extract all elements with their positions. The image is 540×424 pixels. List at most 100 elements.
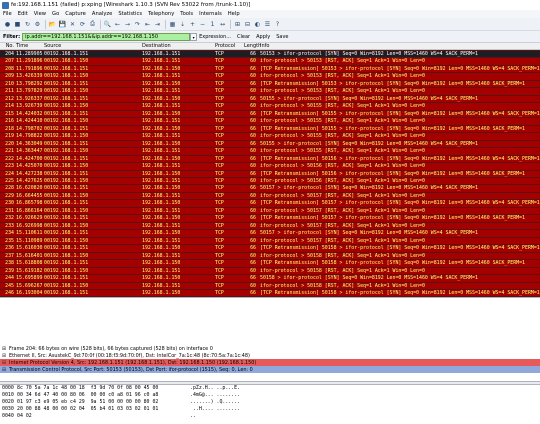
packet-list-pane[interactable]: No. Time Source Destination Protocol Len… <box>0 43 540 297</box>
menu-internals[interactable]: Internals <box>199 11 222 17</box>
filter-dropdown-icon[interactable]: ▾ <box>190 32 198 41</box>
find-packet-icon[interactable]: 🔍 <box>103 20 112 29</box>
menu-file[interactable]: File <box>3 11 12 17</box>
help-icon[interactable]: ? <box>273 20 282 29</box>
packet-row[interactable]: 204 11.289905 00192.168.1.151 192.168.1.151… <box>0 50 540 58</box>
menu-go[interactable]: Go <box>52 11 59 17</box>
expression-button[interactable]: Expression... <box>199 34 231 40</box>
expand-toggle-icon[interactable]: ⊞ <box>1 367 7 373</box>
packet-row[interactable]: 237 15.616401 00192.168.1.150 192.168.1.151… <box>0 251 540 260</box>
bytes-hex[interactable]: 8c 70 5a 7a 1c 48 00 18 f3 9d 70 0f 08 0… <box>17 385 158 392</box>
bytes-ascii[interactable]: .......) .Q...... <box>190 399 240 406</box>
packet-row[interactable]: 236 15.616030 00192.168.1.151 192.168.1.150… <box>0 244 540 252</box>
packet-row[interactable]: 233 16.926998 00192.168.1.150 192.168.1.151… <box>0 221 540 230</box>
zoom-out-icon[interactable]: − <box>198 20 207 29</box>
open-file-icon[interactable]: 📂 <box>48 20 57 29</box>
bytes-hex[interactable]: 00 34 6d 47 40 00 80 06 00 00 c0 a8 01 9… <box>17 392 158 399</box>
packet-row[interactable]: 232 16.926629 00192.168.1.151 192.168.1.150… <box>0 214 540 222</box>
expand-toggle-icon[interactable]: ⊞ <box>1 360 7 366</box>
stop-capture-icon[interactable]: ■ <box>13 20 22 29</box>
zoom-in-icon[interactable]: + <box>188 20 197 29</box>
clear-button[interactable]: Clear <box>237 34 250 40</box>
bytes-ascii[interactable]: ..H.... ........ <box>190 406 240 413</box>
packet-row[interactable]: 239 15.619182 00192.168.1.150 192.168.1.151… <box>0 266 540 275</box>
detail-tree-row[interactable]: ⊞ Transmission Control Protocol, Src Port… <box>0 366 540 373</box>
packet-row[interactable]: 211 13.797829 00192.168.1.150 192.168.1.151… <box>0 87 540 95</box>
packet-row[interactable]: 222 14.424700 00192.168.1.151 192.168.1.150… <box>0 154 540 163</box>
packet-row[interactable]: 224 14.427238 00192.168.1.151 192.168.1.150… <box>0 169 540 177</box>
packet-row[interactable]: 223 14.425070 00192.168.1.150 192.168.1.151… <box>0 162 540 170</box>
column-header-destination[interactable]: Destination <box>142 43 212 50</box>
menu-view[interactable]: View <box>34 11 46 17</box>
packet-row[interactable]: 209 13.426339 00192.168.1.150 192.168.1.151… <box>0 72 540 80</box>
packet-row[interactable]: 245 15.696267 00192.168.1.150 192.168.1.151… <box>0 281 540 289</box>
menu-edit[interactable]: Edit <box>18 11 28 17</box>
bytes-hex[interactable]: 20 00 88 48 00 00 02 04 05 b4 01 03 03 0… <box>17 406 158 413</box>
preferences-icon[interactable]: ☰ <box>263 20 272 29</box>
packet-row[interactable]: 225 14.427625 00192.168.1.150 192.168.1.151… <box>0 176 540 185</box>
colorize-icon[interactable]: ▦ <box>168 20 177 29</box>
menu-statistics[interactable]: Statistics <box>118 11 142 17</box>
expand-toggle-icon[interactable]: ⊞ <box>1 346 7 352</box>
detail-tree-row[interactable]: ⊞ Frame 204: 66 bytes on wire (528 bits),… <box>0 345 540 352</box>
packet-row[interactable]: 231 16.866164 00192.168.1.150 192.168.1.151… <box>0 206 540 215</box>
restart-capture-icon[interactable]: ↻ <box>23 20 32 29</box>
print-icon[interactable]: ⎙ <box>88 20 97 29</box>
reload-icon[interactable]: ⟳ <box>78 20 87 29</box>
resize-columns-icon[interactable]: ↔ <box>218 20 227 29</box>
display-filters-icon[interactable]: ⊟ <box>243 20 252 29</box>
packet-row[interactable]: 208 11.791896 00192.168.1.151 192.168.1.150… <box>0 64 540 73</box>
detail-tree-row[interactable]: ⊞ Ethernet II, Src: AsustekC_9d:70:0f (00… <box>0 352 540 359</box>
packet-row[interactable]: 207 11.291896 00192.168.1.150 192.168.1.151… <box>0 57 540 65</box>
save-file-icon[interactable]: 💾 <box>58 20 67 29</box>
packet-row[interactable]: 210 13.798292 00192.168.1.151 192.168.1.150… <box>0 79 540 88</box>
start-capture-icon[interactable]: ● <box>3 20 12 29</box>
auto-scroll-icon[interactable]: ⇣ <box>178 20 187 29</box>
bytes-hex[interactable]: 04 02 <box>17 413 32 420</box>
expand-toggle-icon[interactable]: ⊞ <box>1 353 7 359</box>
go-last-icon[interactable]: ⇥ <box>153 20 162 29</box>
packet-row[interactable]: 219 14.798822 00192.168.1.150 192.168.1.151… <box>0 132 540 140</box>
close-file-icon[interactable]: ✕ <box>68 20 77 29</box>
packet-row[interactable]: 235 15.110989 00192.168.1.150 192.168.1.151… <box>0 236 540 245</box>
column-header-source[interactable]: Source <box>44 43 138 50</box>
packet-row[interactable]: 221 14.363447 00192.168.1.150 192.168.1.151… <box>0 147 540 155</box>
column-header-no[interactable]: No. <box>0 43 14 50</box>
menu-tools[interactable]: Tools <box>180 11 193 17</box>
bytes-ascii[interactable]: .pZz.H.. ..p...E. <box>190 385 240 392</box>
packet-row[interactable]: 229 16.664455 00192.168.1.150 192.168.1.151… <box>0 191 540 200</box>
packet-row[interactable]: 215 14.424032 00192.168.1.151 192.168.1.150… <box>0 109 540 118</box>
menu-analyze[interactable]: Analyze <box>92 11 112 17</box>
detail-tree-row[interactable]: ⊞ Internet Protocol Version 4, Src: 192.1… <box>0 359 540 366</box>
packet-row[interactable]: 220 14.363049 00192.168.1.151 192.168.1.150… <box>0 139 540 148</box>
options-icon[interactable]: ⚙ <box>33 20 42 29</box>
packet-row[interactable]: 230 16.865798 00192.168.1.151 192.168.1.150… <box>0 199 540 207</box>
menu-capture[interactable]: Capture <box>65 11 86 17</box>
column-header-protocol[interactable]: Protocol <box>215 43 241 50</box>
apply-button[interactable]: Apply <box>256 34 270 40</box>
bytes-hex[interactable]: 01 97 c3 e9 05 eb c4 29 9a 51 00 00 00 0… <box>17 399 158 406</box>
normal-size-icon[interactable]: 1 <box>208 20 217 29</box>
save-button[interactable]: Save <box>276 34 288 40</box>
display-filter-input[interactable] <box>22 32 191 41</box>
packet-bytes-pane[interactable]: 0000 8c 70 5a 7a 1c 48 00 18 f3 9d 70 0f … <box>0 385 540 424</box>
go-to-packet-icon[interactable]: ↷ <box>133 20 142 29</box>
packet-detail-pane[interactable]: ⊞ Frame 204: 66 bytes on wire (528 bits),… <box>0 345 540 381</box>
packet-row[interactable]: 216 14.424410 00192.168.1.150 192.168.1.151… <box>0 117 540 125</box>
bytes-ascii[interactable]: .4mG@... ........ <box>190 392 240 399</box>
go-forward-icon[interactable]: → <box>123 20 132 29</box>
packet-row[interactable]: 214 13.926739 00192.168.1.150 192.168.1.151… <box>0 102 540 110</box>
packet-row[interactable]: 218 14.798702 00192.168.1.151 192.168.1.150… <box>0 124 540 133</box>
column-header-info[interactable]: Info <box>260 43 540 50</box>
column-header-time[interactable]: Time <box>16 43 44 50</box>
capture-filters-icon[interactable]: ⊞ <box>233 20 242 29</box>
go-first-icon[interactable]: ⇤ <box>143 20 152 29</box>
coloring-rules-icon[interactable]: ◐ <box>253 20 262 29</box>
packet-row[interactable]: 212 13.926337 00192.168.1.151 192.168.1.150… <box>0 94 540 103</box>
packet-row[interactable]: 228 16.620820 00192.168.1.151 192.168.1.150… <box>0 184 540 192</box>
menu-help[interactable]: Help <box>228 11 240 17</box>
packet-row[interactable]: 244 15.695899 00192.168.1.151 192.168.1.150… <box>0 274 540 282</box>
packet-row[interactable]: 234 15.110611 00192.168.1.151 192.168.1.150… <box>0 229 540 237</box>
column-header-length[interactable]: Length <box>244 43 261 50</box>
packet-row[interactable]: 246 16.193004 00192.168.1.151 192.168.1.150… <box>0 289 540 297</box>
